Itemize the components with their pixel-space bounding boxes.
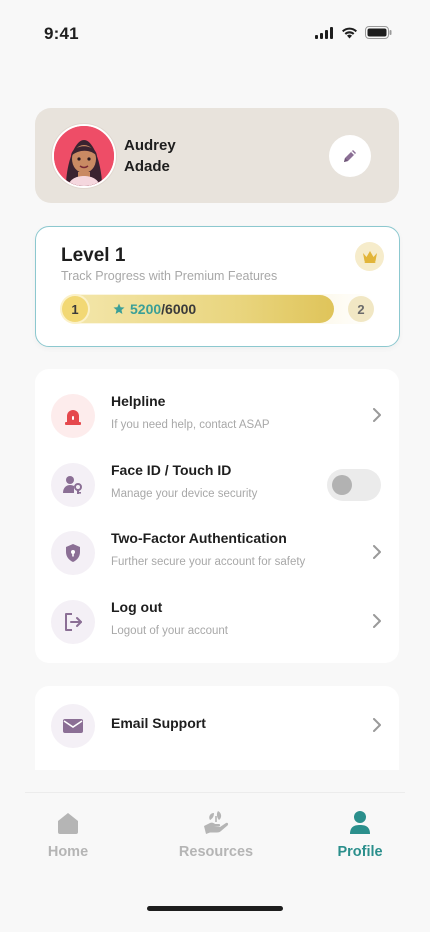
edit-profile-button[interactable] bbox=[329, 135, 371, 177]
crown-badge bbox=[355, 242, 384, 271]
level-progress-bar: 1 5200/6000 2 bbox=[61, 294, 376, 324]
two-factor-title: Two-Factor Authentication bbox=[111, 530, 287, 546]
tab-resources[interactable]: Resources bbox=[171, 810, 261, 860]
home-indicator bbox=[147, 906, 283, 911]
chevron-right-icon bbox=[373, 614, 381, 628]
hand-leaf-icon bbox=[204, 811, 229, 834]
wifi-icon bbox=[342, 27, 357, 38]
tab-home[interactable]: Home bbox=[23, 810, 113, 860]
face-id-row: Face ID / Touch ID Manage your device se… bbox=[35, 454, 399, 514]
face-id-title: Face ID / Touch ID bbox=[111, 462, 232, 478]
level-card[interactable]: Level 1 Track Progress with Premium Feat… bbox=[35, 226, 400, 347]
status-time: 9:41 bbox=[44, 24, 79, 43]
pencil-icon bbox=[344, 150, 356, 162]
support-card: Email Support bbox=[35, 686, 399, 776]
next-level-badge: 2 bbox=[348, 296, 374, 322]
logout-icon-wrap bbox=[51, 600, 95, 644]
status-icons bbox=[315, 26, 392, 39]
tab-home-label: Home bbox=[47, 844, 89, 860]
shield-lock-icon bbox=[66, 544, 80, 562]
face-id-subtitle: Manage your device security bbox=[111, 488, 258, 500]
email-icon-wrap bbox=[51, 704, 95, 748]
profile-card: Audrey Adade bbox=[35, 108, 399, 203]
avatar[interactable] bbox=[52, 124, 116, 188]
points-current: 5200 bbox=[130, 301, 162, 317]
face-id-icon-wrap bbox=[51, 463, 95, 507]
helpline-icon-wrap bbox=[51, 394, 95, 438]
crown-icon bbox=[362, 251, 377, 263]
tab-divider bbox=[25, 792, 405, 793]
logout-title: Log out bbox=[111, 599, 163, 615]
chevron-right-icon bbox=[373, 545, 381, 559]
user-key-icon bbox=[63, 476, 82, 494]
alarm-siren-icon bbox=[65, 410, 81, 425]
logout-subtitle: Logout of your account bbox=[111, 625, 228, 637]
level-title: Level 1 bbox=[61, 245, 126, 266]
tab-profile-label: Profile bbox=[337, 844, 383, 860]
home-icon bbox=[58, 813, 78, 834]
logout-row[interactable]: Log out Logout of your account bbox=[35, 591, 399, 651]
tab-profile[interactable]: Profile bbox=[315, 810, 405, 860]
profile-last-name: Adade bbox=[124, 158, 170, 175]
face-id-toggle[interactable] bbox=[327, 469, 381, 501]
two-factor-icon-wrap bbox=[51, 531, 95, 575]
person-icon bbox=[350, 811, 370, 834]
envelope-icon bbox=[63, 719, 83, 733]
cellular-signal-icon bbox=[315, 26, 333, 39]
email-support-row[interactable]: Email Support bbox=[35, 695, 399, 755]
two-factor-subtitle: Further secure your account for safety bbox=[111, 556, 306, 568]
star-icon bbox=[113, 303, 125, 314]
helpline-row[interactable]: Helpline If you need help, contact ASAP bbox=[35, 385, 399, 445]
tab-resources-label: Resources bbox=[178, 844, 254, 860]
toggle-knob bbox=[332, 475, 352, 495]
current-level-badge: 1 bbox=[62, 296, 88, 322]
level-progress-fill bbox=[61, 295, 334, 323]
chevron-right-icon bbox=[373, 718, 381, 732]
profile-name: Audrey Adade bbox=[124, 135, 244, 177]
progress-points: 5200/6000 bbox=[113, 301, 196, 317]
tab-bar: Home Resources Profile bbox=[0, 770, 430, 932]
chevron-right-icon bbox=[373, 408, 381, 422]
level-subtitle: Track Progress with Premium Features bbox=[61, 269, 278, 283]
email-support-title: Email Support bbox=[111, 715, 206, 731]
avatar-illustration bbox=[54, 126, 114, 186]
two-factor-row[interactable]: Two-Factor Authentication Further secure… bbox=[35, 522, 399, 582]
profile-first-name: Audrey bbox=[124, 137, 176, 154]
points-total: /6000 bbox=[161, 301, 197, 317]
status-bar: 9:41 bbox=[0, 0, 430, 68]
settings-card: Helpline If you need help, contact ASAP … bbox=[35, 369, 399, 663]
helpline-title: Helpline bbox=[111, 393, 166, 409]
helpline-subtitle: If you need help, contact ASAP bbox=[111, 419, 270, 431]
logout-icon bbox=[65, 613, 82, 631]
battery-icon bbox=[365, 26, 392, 39]
